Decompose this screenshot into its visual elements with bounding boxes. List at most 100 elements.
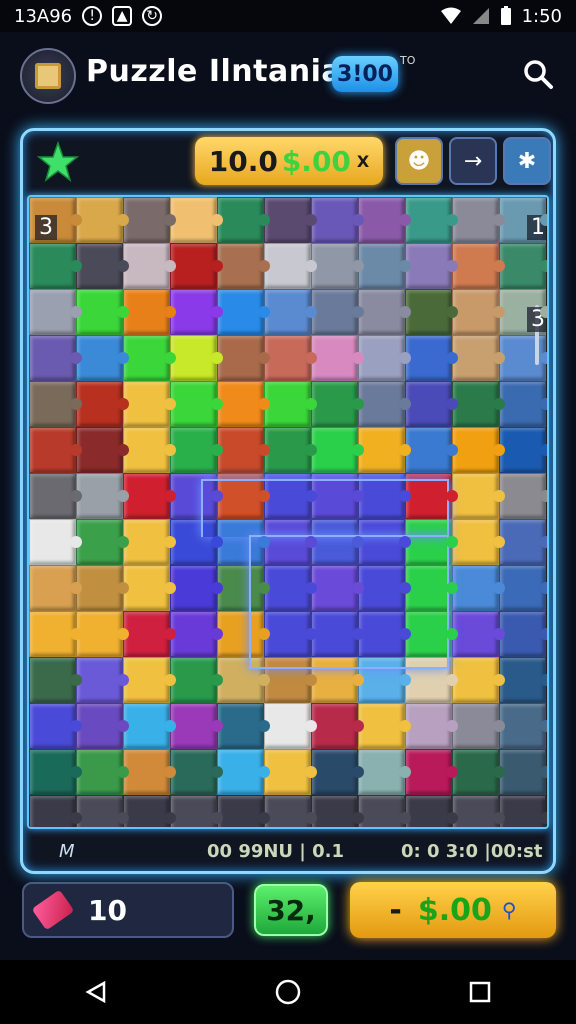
puzzle-piece[interactable] bbox=[29, 473, 82, 519]
puzzle-piece[interactable] bbox=[76, 381, 129, 427]
puzzle-piece[interactable] bbox=[123, 381, 176, 427]
puzzle-piece[interactable] bbox=[358, 473, 411, 519]
puzzle-piece[interactable] bbox=[358, 335, 411, 381]
puzzle-piece[interactable] bbox=[170, 473, 223, 519]
puzzle-piece[interactable] bbox=[311, 795, 364, 827]
puzzle-piece[interactable] bbox=[217, 611, 270, 657]
puzzle-piece[interactable] bbox=[358, 795, 411, 827]
puzzle-piece[interactable] bbox=[311, 243, 364, 289]
puzzle-piece[interactable] bbox=[452, 565, 505, 611]
back-button[interactable] bbox=[76, 972, 116, 1012]
puzzle-piece[interactable] bbox=[123, 749, 176, 795]
puzzle-piece[interactable] bbox=[217, 473, 270, 519]
puzzle-piece[interactable] bbox=[405, 749, 458, 795]
puzzle-piece[interactable] bbox=[29, 335, 82, 381]
puzzle-piece[interactable] bbox=[311, 289, 364, 335]
puzzle-piece[interactable] bbox=[499, 473, 547, 519]
puzzle-piece[interactable] bbox=[358, 243, 411, 289]
puzzle-piece[interactable] bbox=[264, 611, 317, 657]
puzzle-piece[interactable] bbox=[123, 335, 176, 381]
puzzle-piece[interactable] bbox=[170, 427, 223, 473]
puzzle-piece[interactable] bbox=[76, 611, 129, 657]
puzzle-piece[interactable] bbox=[264, 335, 317, 381]
puzzle-piece[interactable] bbox=[217, 289, 270, 335]
puzzle-piece[interactable] bbox=[217, 519, 270, 565]
pieces-counter-button[interactable]: 10 bbox=[22, 882, 234, 938]
puzzle-piece[interactable] bbox=[358, 611, 411, 657]
puzzle-piece[interactable] bbox=[123, 427, 176, 473]
puzzle-piece[interactable] bbox=[264, 749, 317, 795]
puzzle-piece[interactable] bbox=[311, 473, 364, 519]
puzzle-piece[interactable] bbox=[264, 381, 317, 427]
puzzle-piece[interactable] bbox=[499, 519, 547, 565]
puzzle-piece[interactable] bbox=[311, 335, 364, 381]
puzzle-piece[interactable] bbox=[358, 289, 411, 335]
puzzle-piece[interactable] bbox=[29, 795, 82, 827]
recents-button[interactable] bbox=[460, 972, 500, 1012]
puzzle-piece[interactable] bbox=[29, 565, 82, 611]
puzzle-piece[interactable] bbox=[452, 703, 505, 749]
puzzle-piece[interactable] bbox=[123, 565, 176, 611]
puzzle-piece[interactable] bbox=[76, 519, 129, 565]
puzzle-piece[interactable] bbox=[405, 611, 458, 657]
puzzle-piece[interactable] bbox=[217, 335, 270, 381]
puzzle-piece[interactable] bbox=[123, 519, 176, 565]
puzzle-piece[interactable] bbox=[123, 473, 176, 519]
puzzle-piece[interactable] bbox=[311, 749, 364, 795]
puzzle-piece[interactable] bbox=[170, 657, 223, 703]
puzzle-piece[interactable] bbox=[452, 749, 505, 795]
puzzle-piece[interactable] bbox=[76, 657, 129, 703]
puzzle-piece[interactable] bbox=[405, 289, 458, 335]
puzzle-piece[interactable] bbox=[452, 243, 505, 289]
puzzle-piece[interactable] bbox=[311, 381, 364, 427]
puzzle-piece[interactable] bbox=[499, 611, 547, 657]
puzzle-piece[interactable] bbox=[358, 703, 411, 749]
puzzle-piece[interactable] bbox=[264, 473, 317, 519]
search-icon[interactable] bbox=[522, 58, 554, 90]
puzzle-piece[interactable] bbox=[76, 749, 129, 795]
puzzle-piece[interactable] bbox=[452, 795, 505, 827]
puzzle-piece[interactable] bbox=[76, 243, 129, 289]
puzzle-piece[interactable] bbox=[452, 473, 505, 519]
puzzle-piece[interactable] bbox=[29, 381, 82, 427]
puzzle-piece[interactable] bbox=[217, 703, 270, 749]
puzzle-piece[interactable] bbox=[358, 427, 411, 473]
puzzle-piece[interactable] bbox=[452, 381, 505, 427]
puzzle-piece[interactable] bbox=[264, 197, 317, 243]
puzzle-piece[interactable] bbox=[452, 657, 505, 703]
puzzle-piece[interactable] bbox=[499, 795, 547, 827]
coins-button[interactable]: - $.00 ⚲ bbox=[350, 882, 556, 938]
puzzle-piece[interactable] bbox=[123, 243, 176, 289]
puzzle-piece[interactable] bbox=[76, 795, 129, 827]
puzzle-piece[interactable] bbox=[123, 703, 176, 749]
puzzle-piece[interactable] bbox=[264, 427, 317, 473]
puzzle-piece[interactable] bbox=[29, 243, 82, 289]
puzzle-piece[interactable] bbox=[264, 243, 317, 289]
puzzle-piece[interactable] bbox=[76, 427, 129, 473]
puzzle-piece[interactable] bbox=[29, 703, 82, 749]
puzzle-piece[interactable] bbox=[405, 243, 458, 289]
puzzle-piece[interactable] bbox=[405, 519, 458, 565]
puzzle-piece[interactable] bbox=[358, 197, 411, 243]
puzzle-piece[interactable] bbox=[358, 565, 411, 611]
puzzle-piece[interactable] bbox=[123, 611, 176, 657]
puzzle-piece[interactable] bbox=[29, 289, 82, 335]
puzzle-piece[interactable] bbox=[452, 519, 505, 565]
puzzle-piece[interactable] bbox=[170, 243, 223, 289]
puzzle-piece[interactable] bbox=[264, 657, 317, 703]
puzzle-piece[interactable] bbox=[499, 749, 547, 795]
puzzle-piece[interactable] bbox=[452, 197, 505, 243]
puzzle-piece[interactable] bbox=[217, 565, 270, 611]
puzzle-piece[interactable] bbox=[405, 427, 458, 473]
puzzle-piece[interactable] bbox=[358, 519, 411, 565]
puzzle-piece[interactable] bbox=[76, 289, 129, 335]
puzzle-piece[interactable] bbox=[452, 335, 505, 381]
puzzle-piece[interactable] bbox=[170, 335, 223, 381]
puzzle-piece[interactable] bbox=[264, 519, 317, 565]
puzzle-piece[interactable] bbox=[217, 795, 270, 827]
puzzle-piece[interactable] bbox=[29, 749, 82, 795]
puzzle-piece[interactable] bbox=[29, 427, 82, 473]
home-button[interactable] bbox=[268, 972, 308, 1012]
puzzle-piece[interactable] bbox=[358, 749, 411, 795]
puzzle-piece[interactable] bbox=[170, 611, 223, 657]
